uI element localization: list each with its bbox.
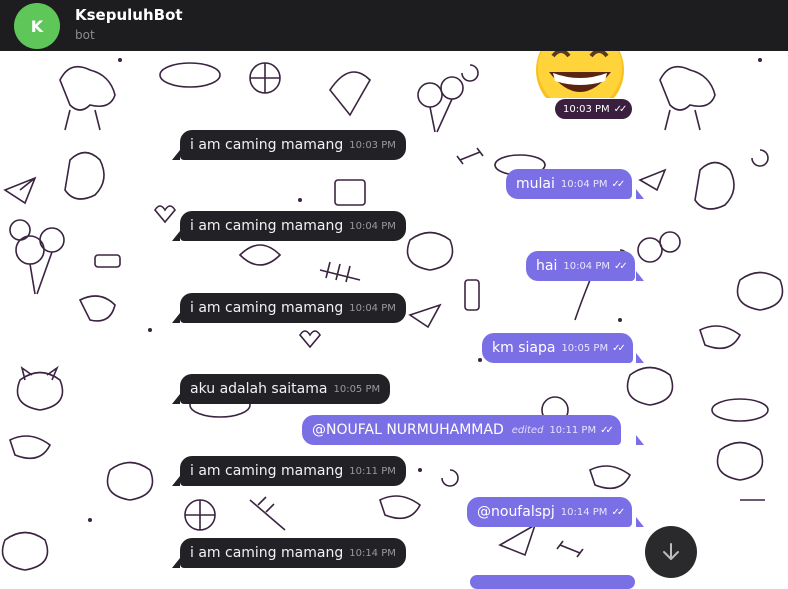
message-outgoing[interactable]: @NOUFAL NURMUHAMMAD edited 10:11 PM ✓✓ [302, 415, 621, 445]
avatar[interactable]: K [14, 3, 60, 49]
double-check-icon: ✓✓ [614, 260, 628, 272]
message-time: 10:14 PM [560, 506, 608, 518]
message-time: 10:05 PM [561, 342, 609, 354]
message-incoming[interactable]: aku adalah saitama 10:05 PM [180, 374, 391, 404]
chat-header[interactable]: K KsepuluhBot bot [0, 0, 788, 51]
message-time: 10:03 PM [349, 139, 396, 151]
double-check-icon: ✓✓ [612, 342, 626, 354]
sticker-timestamp: 10:03 PM ✓✓ [555, 99, 633, 119]
double-check-icon: ✓✓ [613, 103, 628, 115]
double-check-icon: ✓✓ [600, 424, 614, 436]
double-check-icon: ✓✓ [611, 506, 625, 518]
message-text: i am caming mamang [190, 545, 344, 561]
message-outgoing[interactable]: mulai 10:04 PM ✓✓ [506, 169, 633, 199]
message-time: 10:04 PM [349, 302, 396, 314]
message-text: km siapa [492, 340, 556, 356]
message-text: i am caming mamang [190, 218, 344, 234]
message-incoming[interactable]: i am caming mamang 10:03 PM [180, 130, 406, 160]
scroll-down-button[interactable] [645, 526, 697, 578]
message-incoming[interactable]: i am caming mamang 10:04 PM [180, 293, 406, 323]
message-text: mulai [516, 176, 555, 192]
message-time: 10:14 PM [349, 547, 396, 559]
chat-title: KsepuluhBot [75, 6, 183, 24]
chat-subtitle: bot [75, 28, 95, 42]
message-text: i am caming mamang [190, 300, 344, 316]
message-text: @NOUFAL NURMUHAMMAD [312, 422, 504, 438]
message-outgoing[interactable]: hai 10:04 PM ✓✓ [526, 251, 635, 281]
message-time: 10:04 PM [563, 260, 610, 272]
message-outgoing-partial[interactable] [470, 575, 635, 589]
message-time: 10:04 PM [560, 178, 608, 190]
message-text: aku adalah saitama [190, 381, 328, 397]
message-time: 10:11 PM [349, 465, 396, 477]
double-check-icon: ✓✓ [611, 178, 626, 190]
message-outgoing[interactable]: km siapa 10:05 PM ✓✓ [482, 333, 633, 363]
message-incoming[interactable]: i am caming mamang 10:11 PM [180, 456, 406, 486]
edited-label: edited [511, 424, 544, 436]
message-outgoing[interactable]: @noufalspj 10:14 PM ✓✓ [467, 497, 633, 527]
message-text: i am caming mamang [190, 463, 344, 479]
message-time: 10:04 PM [349, 220, 396, 232]
message-time: 10:05 PM [333, 383, 381, 395]
sticker-time-text: 10:03 PM [563, 103, 610, 115]
message-incoming[interactable]: i am caming mamang 10:14 PM [180, 538, 406, 568]
message-text: hai [536, 258, 558, 274]
message-time: 10:11 PM [549, 424, 597, 436]
message-text: @noufalspj [477, 504, 555, 520]
arrow-down-icon [663, 543, 679, 560]
message-incoming[interactable]: i am caming mamang 10:04 PM [180, 211, 406, 241]
message-text: i am caming mamang [190, 137, 344, 153]
